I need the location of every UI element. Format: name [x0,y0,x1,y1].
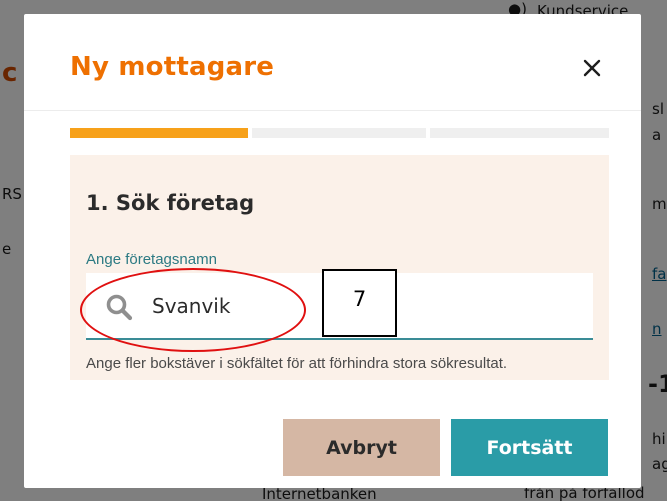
continue-button[interactable]: Fortsätt [451,419,608,476]
progress-step-3 [430,128,609,138]
progress-step-2 [252,128,426,138]
annotation-highlight-circle [80,268,306,352]
search-helper-text: Ange fler bokstäver i sökfältet för att … [86,355,508,372]
progress-step-1 [70,128,248,138]
annotation-step-number: 7 [322,269,397,337]
step-title: 1. Sök företag [86,191,255,215]
company-name-label: Ange företagsnamn [86,251,217,268]
cancel-button[interactable]: Avbryt [283,419,440,476]
header-divider [24,110,641,111]
step-progress-bar [70,128,609,138]
dialog-title: Ny mottagare [70,52,275,82]
close-icon [583,59,601,77]
new-recipient-dialog: Ny mottagare 1. Sök företag Ange företag… [24,14,641,488]
close-button[interactable] [578,54,606,82]
